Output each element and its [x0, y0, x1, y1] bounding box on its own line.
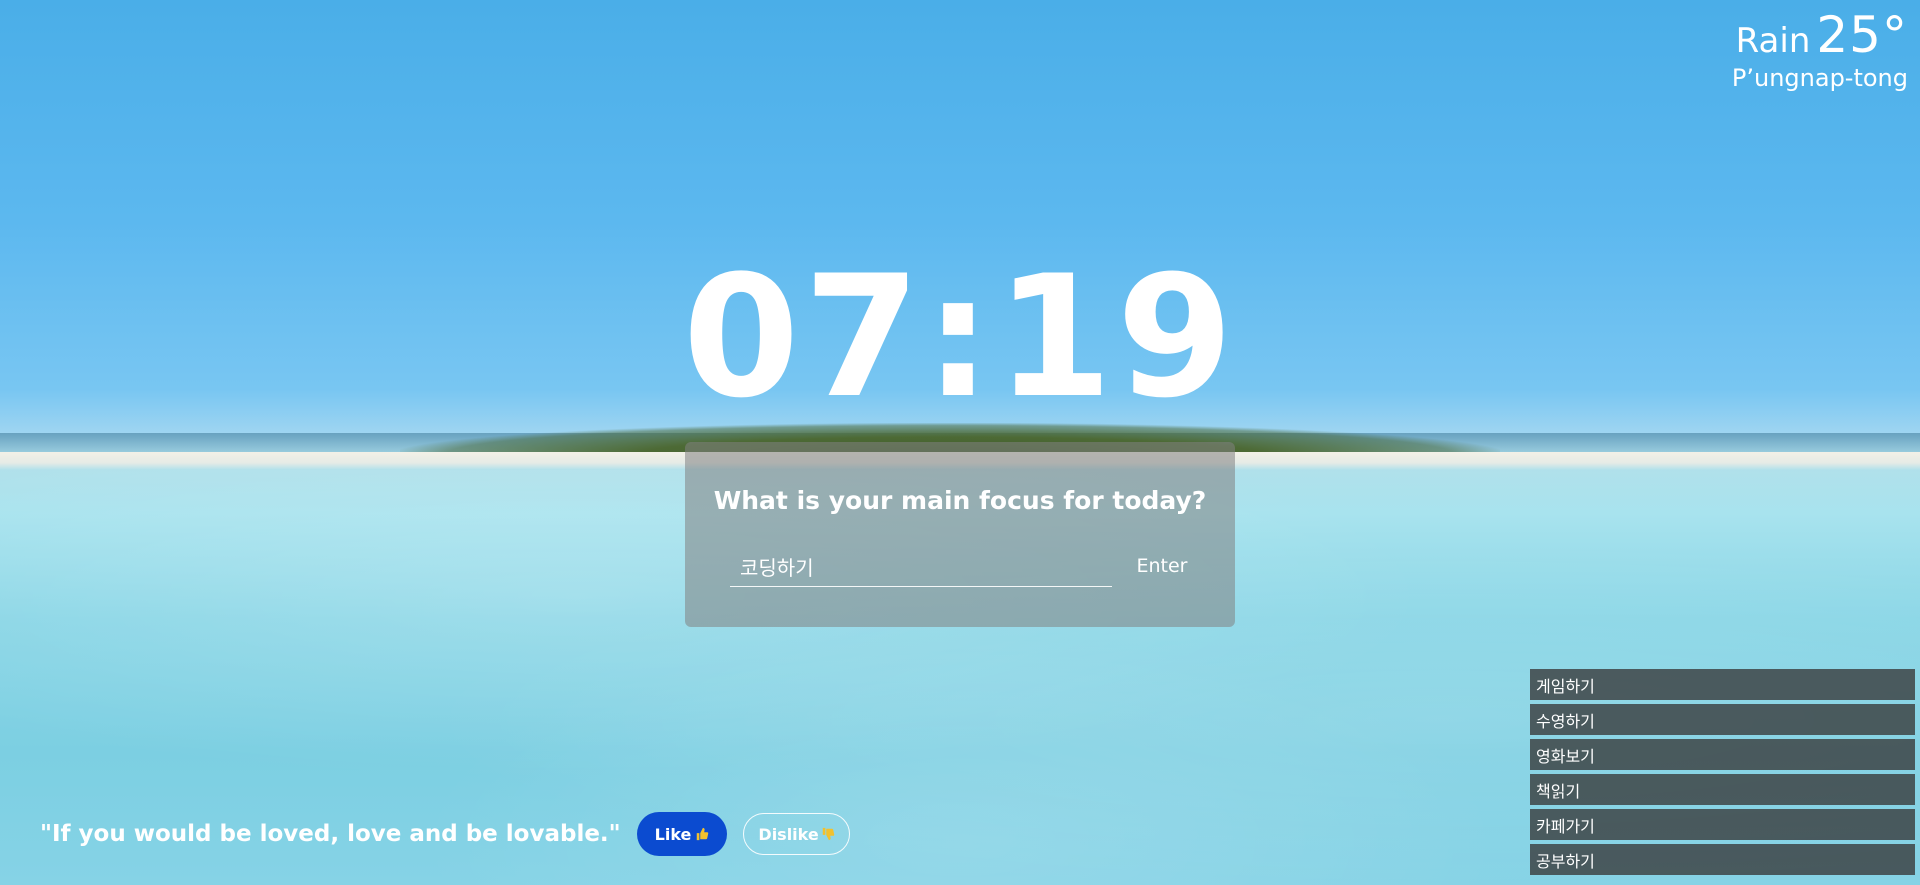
todo-item[interactable]: 공부하기	[1530, 844, 1915, 875]
focus-panel: What is your main focus for today? Enter	[685, 442, 1235, 627]
todo-list: 게임하기 수영하기 영화보기 책읽기 카페가기 공부하기	[1530, 669, 1915, 879]
thumbs-up-icon	[697, 827, 709, 841]
quote-text: "If you would be loved, love and be lova…	[40, 821, 621, 847]
focus-input-wrapper	[730, 546, 1112, 587]
like-label: Like	[654, 824, 692, 844]
weather-widget: Rain 25° P’ungnap-tong	[1732, 6, 1908, 92]
quote-section: "If you would be loved, love and be lova…	[40, 812, 850, 856]
todo-item[interactable]: 수영하기	[1530, 704, 1915, 735]
todo-item[interactable]: 게임하기	[1530, 669, 1915, 700]
weather-temperature: 25°	[1816, 6, 1908, 64]
focus-input[interactable]	[730, 546, 1112, 586]
dislike-button[interactable]: Dislike	[743, 813, 850, 855]
todo-item[interactable]: 영화보기	[1530, 739, 1915, 770]
weather-city: P’ungnap-tong	[1731, 64, 1908, 92]
thumbs-down-icon	[822, 827, 834, 841]
enter-button[interactable]: Enter	[1122, 548, 1202, 584]
todo-item[interactable]: 카페가기	[1530, 809, 1915, 840]
weather-condition: Rain	[1735, 21, 1811, 61]
todo-item[interactable]: 책읽기	[1530, 774, 1915, 805]
dislike-label: Dislike	[758, 824, 819, 844]
like-button[interactable]: Like	[636, 812, 728, 856]
clock: 07:19	[682, 239, 1238, 435]
focus-question: What is your main focus for today?	[713, 486, 1207, 515]
background-beach-scene: Rain 25° P’ungnap-tong 07:19 What is you…	[0, 0, 1920, 885]
